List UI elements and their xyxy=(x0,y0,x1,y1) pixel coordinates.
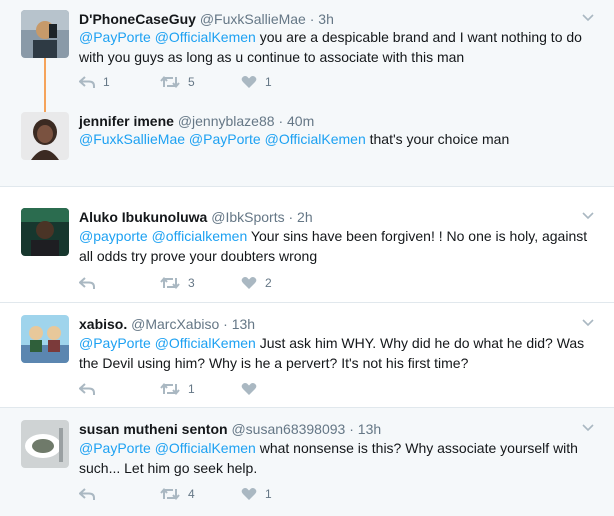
tweet-actions: 3 2 xyxy=(79,274,322,292)
mention-link[interactable]: @PayPorte xyxy=(189,131,261,147)
like-count: 1 xyxy=(265,75,272,89)
mention-link[interactable]: @OfficialKemen xyxy=(155,440,256,456)
thread-connector-line xyxy=(44,58,46,112)
separator-dot: · xyxy=(309,11,315,27)
retweet-count: 5 xyxy=(188,75,195,89)
tweet-body: that's your choice man xyxy=(369,131,510,147)
timestamp[interactable]: 3h xyxy=(318,11,334,27)
like-button[interactable] xyxy=(241,382,322,396)
mention-link[interactable]: @officialkemen xyxy=(152,228,248,244)
retweet-count: 4 xyxy=(188,487,195,501)
tweet-text: @PayPorte @OfficialKemen Just ask him WH… xyxy=(79,333,589,373)
reply-button[interactable] xyxy=(79,276,160,290)
like-button[interactable]: 2 xyxy=(241,276,322,290)
timestamp[interactable]: 2h xyxy=(297,209,313,225)
retweet-button[interactable]: 3 xyxy=(160,276,241,290)
user-handle[interactable]: @FuxkSallieMae xyxy=(200,11,306,27)
tweet: Aluko Ibukunoluwa @IbkSports · 2h @paypo… xyxy=(0,196,614,296)
retweet-button[interactable]: 5 xyxy=(160,75,241,89)
like-count: 2 xyxy=(265,276,272,290)
divider xyxy=(0,186,614,187)
like-button[interactable]: 1 xyxy=(241,487,322,501)
like-button[interactable]: 1 xyxy=(241,75,322,89)
display-name[interactable]: xabiso. xyxy=(79,316,127,332)
avatar[interactable] xyxy=(21,315,69,363)
display-name[interactable]: D'PhoneCaseGuy xyxy=(79,11,196,27)
heart-icon xyxy=(241,488,257,500)
separator-dot: · xyxy=(278,113,284,129)
reply-button[interactable]: 1 xyxy=(79,75,160,89)
avatar[interactable] xyxy=(21,112,69,160)
retweet-button[interactable]: 1 xyxy=(160,382,241,396)
heart-icon xyxy=(241,383,257,395)
tweet-thread: D'PhoneCaseGuy @FuxkSallieMae · 3h @PayP… xyxy=(0,0,614,186)
tweet-actions: 1 xyxy=(79,380,322,398)
tweet: susan mutheni senton @susan68398093 · 13… xyxy=(0,408,614,516)
reply-button[interactable] xyxy=(79,487,160,501)
tweet-text: @PayPorte @OfficialKemen what nonsense i… xyxy=(79,438,589,478)
separator-dot: · xyxy=(288,209,294,225)
display-name[interactable]: Aluko Ibukunoluwa xyxy=(79,209,207,225)
tweet-header: xabiso. @MarcXabiso · 13h xyxy=(79,315,255,333)
retweet-count: 1 xyxy=(188,382,195,396)
mention-link[interactable]: @OfficialKemen xyxy=(155,29,256,45)
tweet-header: D'PhoneCaseGuy @FuxkSallieMae · 3h xyxy=(79,10,334,28)
separator-dot: · xyxy=(223,316,228,332)
tweet-text: @payporte @officialkemen Your sins have … xyxy=(79,226,589,266)
retweet-icon xyxy=(160,487,180,501)
mention-link[interactable]: @FuxkSallieMae xyxy=(79,131,185,147)
like-count: 1 xyxy=(265,487,272,501)
timestamp[interactable]: 13h xyxy=(232,316,255,332)
reply-icon xyxy=(79,383,95,395)
retweet-icon xyxy=(160,276,180,290)
user-handle[interactable]: @susan68398093 xyxy=(231,421,345,437)
avatar[interactable] xyxy=(21,10,69,58)
retweet-button[interactable]: 4 xyxy=(160,487,241,501)
tweet-actions: 4 1 xyxy=(79,485,322,503)
user-handle[interactable]: @jennyblaze88 xyxy=(178,113,275,129)
tweet-actions: 1 5 1 xyxy=(79,73,322,91)
heart-icon xyxy=(241,76,257,88)
avatar[interactable] xyxy=(21,420,69,468)
retweet-icon xyxy=(160,75,180,89)
retweet-count: 3 xyxy=(188,276,195,290)
user-handle[interactable]: @MarcXabiso xyxy=(131,316,219,332)
timestamp[interactable]: 13h xyxy=(358,421,381,437)
mention-link[interactable]: @PayPorte xyxy=(79,440,151,456)
reply-icon xyxy=(79,488,95,500)
tweet: xabiso. @MarcXabiso · 13h @PayPorte @Off… xyxy=(0,303,614,407)
reply-count: 1 xyxy=(103,75,110,89)
reply-icon xyxy=(79,277,95,289)
display-name[interactable]: jennifer imene xyxy=(79,113,174,129)
separator-dot: · xyxy=(349,421,354,437)
user-handle[interactable]: @IbkSports xyxy=(211,209,284,225)
mention-link[interactable]: @OfficialKemen xyxy=(265,131,366,147)
tweet-header: susan mutheni senton @susan68398093 · 13… xyxy=(79,420,381,438)
mention-link[interactable]: @OfficialKemen xyxy=(155,335,256,351)
heart-icon xyxy=(241,277,257,289)
reply-icon xyxy=(79,76,95,88)
mention-link[interactable]: @PayPorte xyxy=(79,335,151,351)
tweet-text: @PayPorte @OfficialKemen you are a despi… xyxy=(79,27,589,67)
mention-link[interactable]: @PayPorte xyxy=(79,29,151,45)
chevron-down-icon[interactable] xyxy=(582,209,594,221)
retweet-icon xyxy=(160,382,180,396)
avatar[interactable] xyxy=(21,208,69,256)
tweet-feed: D'PhoneCaseGuy @FuxkSallieMae · 3h @PayP… xyxy=(0,0,614,516)
reply-button[interactable] xyxy=(79,382,160,396)
chevron-down-icon[interactable] xyxy=(582,421,594,433)
timestamp[interactable]: 40m xyxy=(287,113,314,129)
chevron-down-icon[interactable] xyxy=(582,316,594,328)
display-name[interactable]: susan mutheni senton xyxy=(79,421,228,437)
tweet-text: @FuxkSallieMae @PayPorte @OfficialKemen … xyxy=(79,129,589,149)
mention-link[interactable]: @payporte xyxy=(79,228,148,244)
chevron-down-icon[interactable] xyxy=(582,11,594,23)
tweet-header: jennifer imene @jennyblaze88 · 40m xyxy=(79,112,314,130)
tweet-header: Aluko Ibukunoluwa @IbkSports · 2h xyxy=(79,208,313,226)
